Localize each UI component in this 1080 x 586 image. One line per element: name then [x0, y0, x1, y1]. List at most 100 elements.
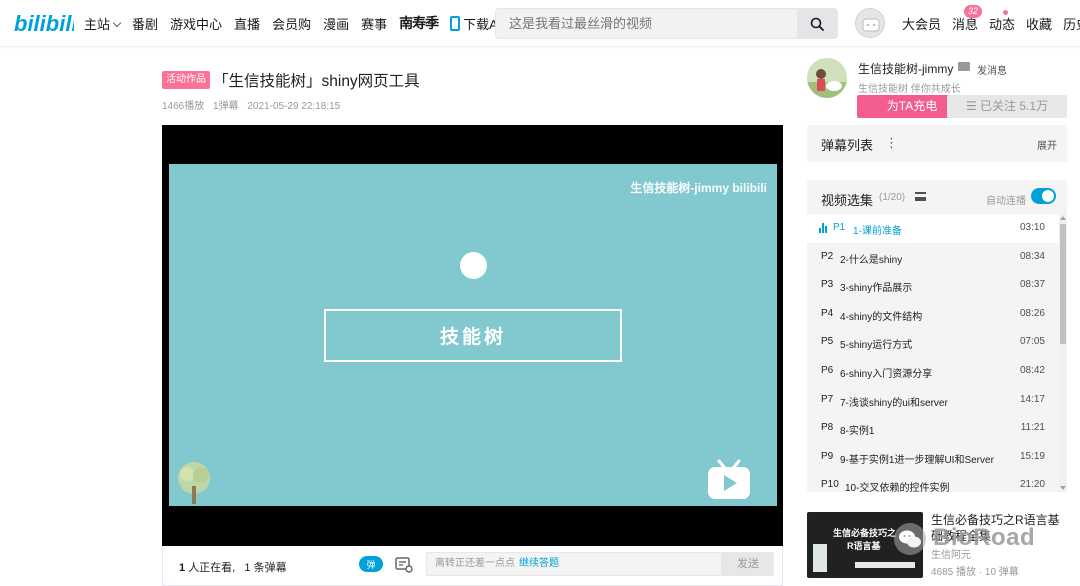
video-player[interactable]: 生信技能树-jimmy bilibili 技能树	[162, 125, 783, 546]
book-icon	[813, 544, 827, 572]
search-button[interactable]	[797, 9, 837, 38]
episode-name: 7-浅谈shiny的ui和server	[840, 397, 948, 409]
tv-mascot-icon	[862, 18, 880, 32]
uploader-photo-icon	[807, 58, 847, 98]
episode-item[interactable]: P2 2-什么是shiny 08:34	[807, 243, 1059, 272]
follow-plus-icon: ☰	[965, 99, 981, 113]
episode-item[interactable]: P9 9-基于实例1进一步理解UI和Server 15:19	[807, 443, 1059, 472]
bilibili-tv-icon	[708, 459, 750, 499]
continue-quiz-link[interactable]: 继续答题	[519, 558, 559, 569]
episode-item[interactable]: P6 6-shiny入门资源分享 08:42	[807, 357, 1059, 386]
episode-name: 2-什么是shiny	[840, 254, 903, 266]
search-input[interactable]	[496, 9, 798, 38]
danmaku-count: 1弹幕	[213, 101, 239, 112]
now-playing-icon	[819, 223, 828, 233]
nav-member-shop[interactable]: 会员购	[272, 14, 311, 33]
nav-vip[interactable]: 大会员	[902, 14, 941, 33]
uploader-name[interactable]: 生信技能树-jimmy	[858, 60, 953, 77]
activity-tag[interactable]: 活动作品	[162, 71, 210, 89]
uploader-avatar[interactable]	[807, 58, 847, 98]
nav-favorites[interactable]: 收藏	[1026, 14, 1052, 33]
episode-number: P8	[821, 422, 834, 434]
nav-main-site[interactable]: 主站	[84, 14, 122, 33]
promo-brand[interactable]: 南寿季	[399, 13, 439, 33]
episode-item[interactable]: P4 4-shiny的文件结构 08:26	[807, 300, 1059, 329]
danmaku-input-hint: 离转正还差一点点	[435, 558, 515, 569]
episode-list-header: 视频选集 (1/20) 自动连播	[807, 180, 1067, 214]
episode-item[interactable]: P10 10-交叉依赖的控件实例 21:20	[807, 471, 1059, 492]
episode-item[interactable]: P7 7-浅谈shiny的ui和server 14:17	[807, 386, 1059, 415]
episode-duration: 08:37	[1019, 279, 1045, 291]
episode-item[interactable]: P8 8-实例1 11:21	[807, 414, 1059, 443]
episode-name: 5-shiny运行方式	[840, 340, 913, 352]
scrollbar-thumb[interactable]	[1060, 224, 1066, 344]
wechat-icon	[894, 523, 926, 555]
episode-duration: 11:21	[1020, 422, 1045, 434]
episode-number: P7	[821, 393, 834, 405]
scroll-up-arrow-icon[interactable]	[1060, 216, 1066, 220]
search-icon	[810, 17, 824, 31]
episode-number: P10	[821, 479, 839, 491]
viewer-count: 1	[179, 562, 186, 574]
episode-items: P1 1-课前准备 03:10 P2 2-什么是shiny 08:34 P3 3…	[807, 214, 1059, 492]
publish-date: 2021-05-29 22:18:15	[247, 101, 341, 112]
danmaku-toggle[interactable]: 弹	[359, 556, 383, 572]
user-avatar[interactable]	[855, 8, 885, 38]
expand-danmaku-list[interactable]: 展开	[1037, 137, 1057, 152]
scroll-down-arrow-icon[interactable]	[1060, 486, 1066, 490]
episode-number: P5	[821, 336, 834, 348]
thumbnail-title-line2: R语言基	[847, 541, 881, 551]
episode-scrollbar[interactable]	[1059, 214, 1067, 492]
nav-history[interactable]: 历史	[1063, 14, 1080, 33]
episode-name: 4-shiny的文件结构	[840, 311, 923, 323]
search-box	[495, 8, 838, 39]
message-count-badge: 32	[964, 5, 983, 18]
episode-name: 9-基于实例1进一步理解UI和Server	[840, 454, 994, 466]
danmaku-total: 1	[244, 562, 251, 574]
episode-item[interactable]: P5 5-shiny运行方式 07:05	[807, 328, 1059, 357]
follow-button[interactable]: ☰ 已关注 5.1万	[947, 95, 1067, 118]
wechat-watermark: BioRoad	[893, 522, 1043, 558]
episode-number: P3	[821, 279, 834, 291]
danmaku-list-title: 弹幕列表	[821, 138, 874, 153]
nav-anime[interactable]: 番剧	[132, 14, 158, 33]
danmaku-total-label: 条弹幕	[253, 562, 287, 574]
autoplay-switch[interactable]	[1031, 188, 1056, 204]
video-frame[interactable]: 生信技能树-jimmy bilibili 技能树	[169, 164, 777, 506]
dynamics-dot-badge	[1003, 10, 1008, 15]
danmaku-settings-icon[interactable]	[395, 556, 413, 573]
danmaku-input[interactable]: 离转正还差一点点 继续答题	[426, 552, 722, 576]
episode-item[interactable]: P3 3-shiny作品展示 08:37	[807, 271, 1059, 300]
episode-name: 3-shiny作品展示	[840, 283, 913, 295]
danmaku-list-panel[interactable]: 弹幕列表 ⋮ 展开	[807, 125, 1067, 162]
list-view-icon[interactable]	[915, 192, 926, 201]
nav-live[interactable]: 直播	[234, 14, 260, 33]
send-danmaku-button[interactable]: 发送	[722, 552, 774, 576]
bilibili-logo[interactable]: bilibili	[14, 9, 74, 37]
episode-name: 8-实例1	[840, 426, 875, 438]
episode-number: P2	[821, 250, 834, 262]
episode-item[interactable]: P1 1-课前准备 03:10	[807, 214, 1059, 243]
watermark-text: BioRoad	[933, 524, 1036, 551]
nav-esports[interactable]: 赛事	[361, 14, 387, 33]
thumbnail-title-line1: 生信必备技巧之	[833, 528, 897, 538]
episode-list-panel: 视频选集 (1/20) 自动连播 P1 1-课前准备 03:10 P2 2-什么…	[807, 180, 1067, 492]
episode-name: 10-交叉依赖的控件实例	[845, 483, 950, 492]
episode-progress: (1/20)	[879, 192, 906, 203]
episode-duration: 07:05	[1019, 336, 1045, 348]
episode-duration: 08:34	[1019, 250, 1045, 262]
nav-game-center[interactable]: 游戏中心	[170, 14, 222, 33]
nav-dynamics[interactable]: 动态	[989, 14, 1015, 33]
white-circle	[460, 252, 487, 279]
play-count: 1466播放	[162, 101, 205, 112]
episode-duration: 08:26	[1019, 307, 1045, 319]
more-menu-icon[interactable]: ⋮	[885, 135, 898, 151]
phone-icon	[450, 15, 461, 31]
skill-tree-title: 技能树	[439, 327, 506, 348]
send-message-link[interactable]: 发消息	[977, 62, 1007, 77]
episode-duration: 21:20	[1019, 479, 1045, 491]
danmaku-bar: 1 人正在看, 1 条弹幕 弹 离转正还差一点点 继续答题 发送	[162, 546, 783, 586]
recommended-video-stats: 4685 播放 · 10 弹幕	[931, 567, 1019, 578]
nav-manga[interactable]: 漫画	[323, 14, 349, 33]
episode-duration: 03:10	[1019, 222, 1045, 233]
